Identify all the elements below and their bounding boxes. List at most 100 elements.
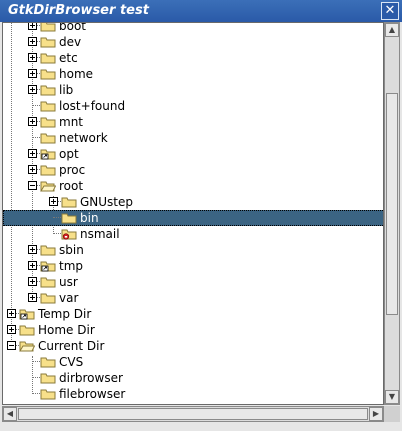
folder-icon (40, 115, 56, 128)
tree-connector (32, 393, 40, 394)
vertical-scrollbar[interactable]: ▲ ▼ (384, 22, 400, 405)
directory-tree[interactable]: boot dev etc home lib lost+found mnt network opt… (2, 22, 384, 405)
expand-icon[interactable] (28, 293, 37, 302)
folder-locked-icon (61, 227, 77, 240)
tree-row-label: tmp (59, 259, 84, 273)
expand-icon[interactable] (28, 149, 37, 158)
folder-icon (19, 323, 35, 336)
tree-row-label: bin (80, 211, 99, 225)
tree-row-label: etc (59, 51, 78, 65)
window-title: GtkDirBrowser test (8, 3, 149, 18)
tree-row-cvs[interactable]: CVS (3, 354, 383, 370)
tree-row-label: dev (59, 35, 82, 49)
expand-icon[interactable] (28, 85, 37, 94)
horizontal-scrollbar[interactable]: ◀ ▶ (2, 406, 384, 422)
tree-row-nsmail[interactable]: nsmail (3, 226, 383, 242)
tree-row-label: Current Dir (38, 339, 105, 353)
folder-icon (61, 195, 77, 208)
expand-icon[interactable] (49, 197, 58, 206)
tree-row-label: sbin (59, 243, 84, 257)
tree-row-label: mnt (59, 115, 83, 129)
tree-row-boot[interactable]: boot (3, 22, 383, 34)
tree-connector (32, 361, 40, 362)
folder-open-icon (40, 179, 57, 192)
tree-row-current-dir[interactable]: Current Dir (3, 338, 383, 354)
folder-icon (40, 243, 56, 256)
expand-icon[interactable] (7, 309, 16, 318)
tree-row-sbin[interactable]: sbin (3, 242, 383, 258)
tree-row-label: var (59, 291, 79, 305)
tree-row-label: dirbrowser (59, 371, 123, 385)
folder-icon (40, 355, 56, 368)
tree-row-bin[interactable]: bin (3, 210, 383, 226)
expand-icon[interactable] (7, 325, 16, 334)
scroll-left-button[interactable]: ◀ (3, 407, 17, 421)
tree-row-proc[interactable]: proc (3, 162, 383, 178)
tree-row-usr[interactable]: usr (3, 274, 383, 290)
expand-icon[interactable] (28, 69, 37, 78)
tree-connector (53, 217, 61, 218)
tree-row-dirbrowser[interactable]: dirbrowser (3, 370, 383, 386)
tree-row-label: nsmail (80, 227, 120, 241)
tree-row-label: usr (59, 275, 78, 289)
folder-icon (40, 131, 56, 144)
tree-row-tmp[interactable]: tmp (3, 258, 383, 274)
tree-row-label: Home Dir (38, 323, 95, 337)
tree-row-gnustep[interactable]: GNUstep (3, 194, 383, 210)
tree-row-lost-found[interactable]: lost+found (3, 98, 383, 114)
tree-row-label: proc (59, 163, 86, 177)
tree-row-filebrowser[interactable]: filebrowser (3, 386, 383, 402)
expand-icon[interactable] (28, 261, 37, 270)
folder-icon (40, 291, 56, 304)
scroll-up-button[interactable]: ▲ (385, 23, 399, 37)
collapse-icon[interactable] (28, 181, 37, 190)
expand-icon[interactable] (28, 23, 37, 30)
tree-row-label: lost+found (59, 99, 126, 113)
vertical-scroll-thumb[interactable] (386, 93, 398, 315)
app-window: GtkDirBrowser test ✕ boot dev etc home lib lo… (0, 0, 402, 431)
tree-row-label: CVS (59, 355, 84, 369)
tree-row-mnt[interactable]: mnt (3, 114, 383, 130)
horizontal-scroll-thumb[interactable] (18, 408, 368, 420)
expand-icon[interactable] (28, 37, 37, 46)
folder-link-icon (40, 147, 56, 160)
expand-icon[interactable] (28, 277, 37, 286)
tree-row-root[interactable]: root (3, 178, 383, 194)
expand-icon[interactable] (28, 117, 37, 126)
tree-row-home-dir[interactable]: Home Dir (3, 322, 383, 338)
tree-connector (32, 137, 40, 138)
folder-icon (40, 83, 56, 96)
expand-icon[interactable] (28, 165, 37, 174)
tree-row-label: lib (59, 83, 74, 97)
tree-row-var[interactable]: var (3, 290, 383, 306)
tree-row-lib[interactable]: lib (3, 82, 383, 98)
tree-row-label: filebrowser (59, 387, 126, 401)
folder-link-icon (40, 259, 56, 272)
tree-row-home[interactable]: home (3, 66, 383, 82)
folder-icon (40, 23, 56, 32)
folder-icon (40, 51, 56, 64)
tree-row-label: root (59, 179, 84, 193)
tree-row-label: network (59, 131, 108, 145)
tree-row-temp-dir[interactable]: Temp Dir (3, 306, 383, 322)
tree-row-label: boot (59, 22, 87, 33)
folder-icon (40, 387, 56, 400)
tree-row-label: GNUstep (80, 195, 134, 209)
tree-row-opt[interactable]: opt (3, 146, 383, 162)
folder-icon (40, 35, 56, 48)
scroll-down-button[interactable]: ▼ (385, 390, 399, 404)
expand-icon[interactable] (28, 53, 37, 62)
folder-icon (40, 163, 56, 176)
tree-row-network[interactable]: network (3, 130, 383, 146)
expand-icon[interactable] (28, 245, 37, 254)
collapse-icon[interactable] (7, 341, 16, 350)
close-button[interactable]: ✕ (381, 2, 399, 20)
tree-row-etc[interactable]: etc (3, 50, 383, 66)
folder-open-icon (19, 339, 36, 352)
folder-icon (40, 67, 56, 80)
tree-row-dev[interactable]: dev (3, 34, 383, 50)
folder-icon (40, 99, 56, 112)
title-bar[interactable]: GtkDirBrowser test ✕ (0, 0, 402, 22)
scrollbar-corner (384, 406, 400, 422)
scroll-right-button[interactable]: ▶ (369, 407, 383, 421)
